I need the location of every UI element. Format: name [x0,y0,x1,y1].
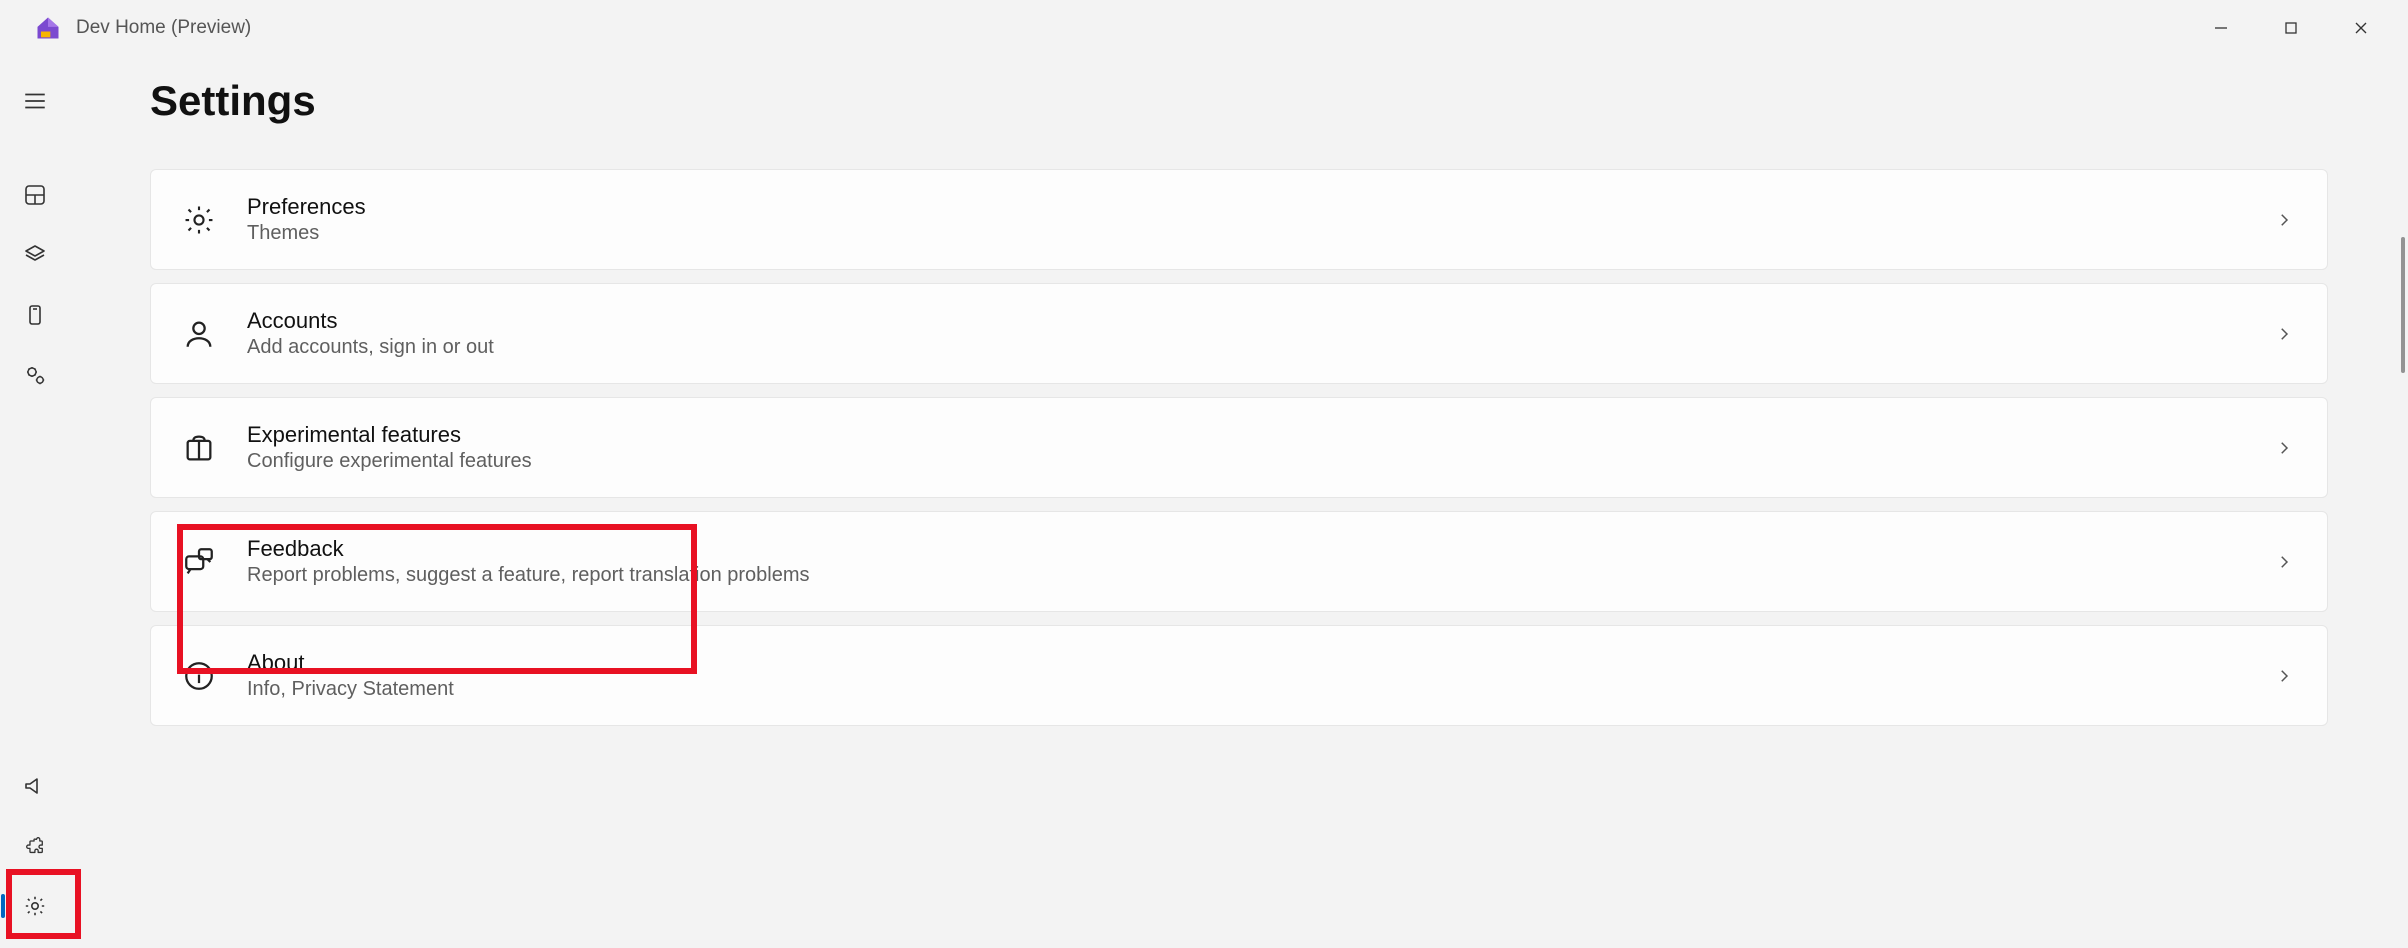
nav-extensions[interactable] [6,818,64,874]
card-subtitle: Themes [247,222,366,245]
maximize-button[interactable] [2256,5,2326,50]
settings-item-feedback[interactable]: Feedback Report problems, suggest a feat… [150,511,2328,612]
chevron-right-icon [2275,667,2293,685]
card-subtitle: Add accounts, sign in or out [247,336,494,359]
minimize-button[interactable] [2186,5,2256,50]
chevron-right-icon [2275,553,2293,571]
app-title: Dev Home (Preview) [76,17,251,39]
sidebar [0,55,70,948]
gear-icon [181,202,217,238]
person-icon [181,316,217,352]
settings-item-accounts[interactable]: Accounts Add accounts, sign in or out [150,283,2328,384]
page-title: Settings [150,77,2328,125]
window-controls [2186,5,2396,50]
chevron-right-icon [2275,439,2293,457]
settings-item-preferences[interactable]: Preferences Themes [150,169,2328,270]
close-button[interactable] [2326,5,2396,50]
card-subtitle: Info, Privacy Statement [247,678,454,701]
info-icon [181,658,217,694]
feedback-icon [181,544,217,580]
settings-item-about[interactable]: About Info, Privacy Statement [150,625,2328,726]
nav-device[interactable] [6,287,64,343]
card-title: Feedback [247,536,810,562]
chevron-right-icon [2275,325,2293,343]
chevron-right-icon [2275,211,2293,229]
app-logo-icon [34,14,62,42]
settings-list: Preferences Themes Accounts Add accounts… [150,169,2328,726]
settings-item-experimental[interactable]: Experimental features Configure experime… [150,397,2328,498]
main-content: Settings Preferences Themes [70,55,2408,948]
nav-dashboard[interactable] [6,167,64,223]
nav-whats-new[interactable] [6,758,64,814]
nav-hamburger[interactable] [6,73,64,129]
card-title: Accounts [247,308,494,334]
nav-settings[interactable] [6,878,64,934]
title-bar: Dev Home (Preview) [0,0,2408,55]
card-title: About [247,650,454,676]
nav-utilities[interactable] [6,347,64,403]
scrollbar-thumb[interactable] [2401,237,2405,373]
nav-machine-config[interactable] [6,227,64,283]
card-title: Preferences [247,194,366,220]
card-subtitle: Report problems, suggest a feature, repo… [247,564,810,587]
card-title: Experimental features [247,422,532,448]
card-subtitle: Configure experimental features [247,450,532,473]
box-icon [181,430,217,466]
